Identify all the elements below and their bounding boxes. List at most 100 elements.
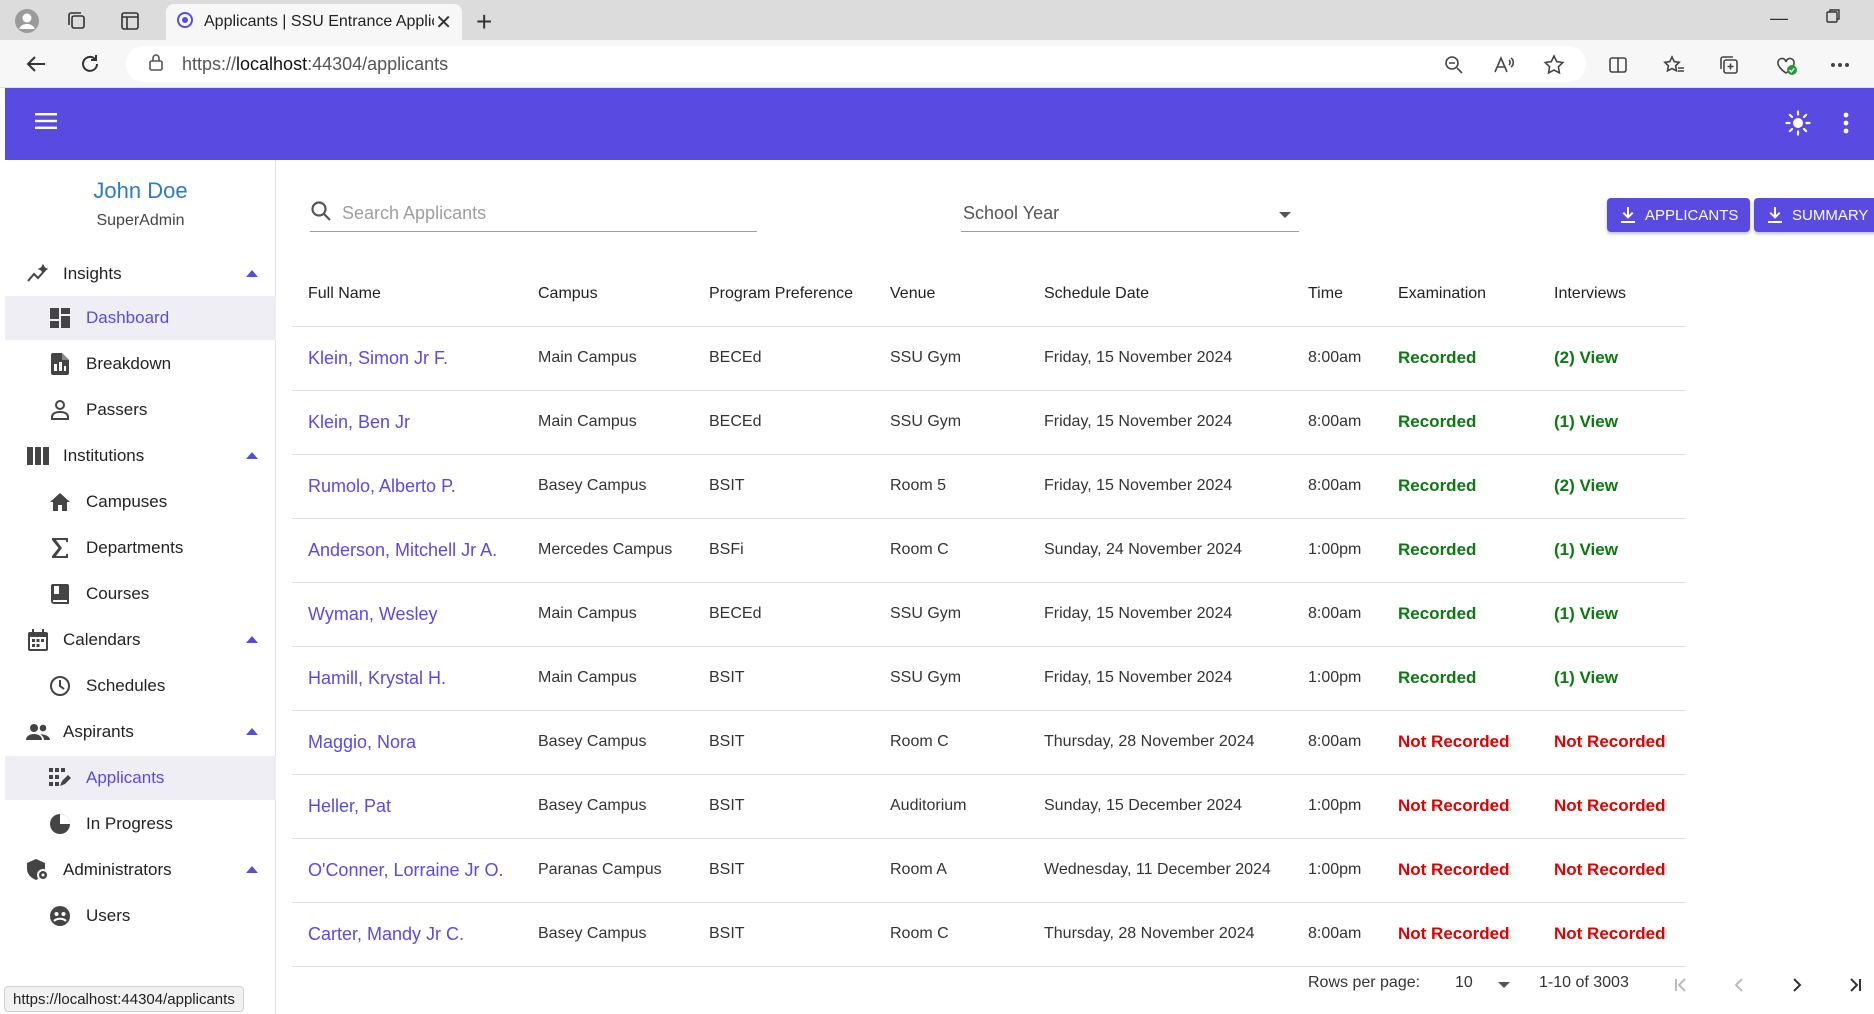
refresh-icon[interactable]	[76, 50, 104, 78]
search-input[interactable]	[342, 203, 742, 224]
sidebar-group-calendars[interactable]: Calendars	[5, 618, 276, 662]
interviews-view-link[interactable]: (1) View	[1538, 518, 1686, 583]
applicant-name-link[interactable]: Klein, Simon Jr F.	[292, 326, 522, 391]
sidebar-item-campuses[interactable]: Campuses	[5, 480, 276, 524]
sidebar-item-departments[interactable]: Departments	[5, 526, 276, 570]
status-bar-url: https://localhost:44304/applicants	[4, 986, 244, 1012]
close-tab-icon[interactable]: ✕	[435, 10, 452, 35]
new-tab-icon[interactable]: +	[476, 6, 492, 38]
interviews-view-link[interactable]: (1) View	[1538, 390, 1686, 455]
app-more-vertical-icon[interactable]	[1843, 112, 1849, 139]
sidebar-item-breakdown[interactable]: Breakdown	[5, 342, 276, 386]
first-page-icon[interactable]	[1668, 972, 1694, 998]
cell-campus: Main Campus	[522, 390, 693, 455]
sidebar-item-applicants[interactable]: Applicants	[5, 756, 276, 800]
split-screen-icon[interactable]	[1605, 52, 1631, 78]
sidebar-item-in-progress[interactable]: In Progress	[5, 802, 276, 846]
lock-icon[interactable]	[148, 53, 164, 76]
applicant-name-link[interactable]: Hamill, Krystal H.	[292, 646, 522, 711]
vertical-tabs-icon[interactable]	[117, 8, 143, 34]
read-aloud-icon[interactable]	[1491, 52, 1517, 78]
previous-page-icon[interactable]	[1726, 972, 1752, 998]
url-field[interactable]: https://localhost:44304/applicants	[126, 46, 1586, 82]
favorites-icon[interactable]	[1661, 52, 1687, 78]
cell-venue: Auditorium	[874, 774, 1028, 839]
cell-schedule-date: Sunday, 24 November 2024	[1028, 518, 1292, 583]
interviews-view-link[interactable]: (2) View	[1538, 454, 1686, 519]
url-text: https://localhost:44304/applicants	[182, 53, 449, 74]
cell-venue: Room C	[874, 518, 1028, 583]
search-field[interactable]	[310, 196, 757, 232]
dashboard-icon	[47, 306, 73, 330]
column-header-full-name[interactable]: Full Name	[292, 262, 522, 327]
table-row: Rumolo, Alberto P. Basey Campus BSIT Roo…	[292, 454, 1686, 519]
browser-essentials-icon[interactable]	[1773, 52, 1799, 78]
back-icon[interactable]	[22, 50, 50, 78]
rows-per-page-select[interactable]: 10	[1455, 974, 1473, 992]
applicant-name-link[interactable]: O'Conner, Lorraine Jr O.	[292, 838, 522, 903]
minimize-icon[interactable]: —	[1770, 8, 1788, 29]
cell-venue: Room C	[874, 710, 1028, 775]
zoom-out-icon[interactable]	[1441, 52, 1467, 78]
applicant-name-link[interactable]: Anderson, Mitchell Jr A.	[292, 518, 522, 583]
sidebar-item-schedules[interactable]: Schedules	[5, 664, 276, 708]
settings-more-icon[interactable]	[1827, 52, 1853, 78]
column-header-program-preference[interactable]: Program Preference	[693, 262, 874, 327]
interviews-view-link[interactable]: (1) View	[1538, 646, 1686, 711]
applicant-name-link[interactable]: Klein, Ben Jr	[292, 390, 522, 455]
download-applicants-button[interactable]: APPLICANTS	[1607, 198, 1751, 232]
collections-icon[interactable]	[1716, 52, 1742, 78]
column-header-examination[interactable]: Examination	[1382, 262, 1538, 327]
sidebar-group-aspirants[interactable]: Aspirants	[5, 710, 276, 754]
sidebar-group-insights[interactable]: Insights	[5, 252, 276, 296]
applicant-name-link[interactable]: Wyman, Wesley	[292, 582, 522, 647]
theme-toggle-sun-icon[interactable]	[1785, 110, 1811, 141]
school-year-label: School Year	[963, 203, 1060, 223]
interviews-view-link[interactable]: (1) View	[1538, 582, 1686, 647]
browser-tab-active[interactable]: Applicants | SSU Entrance Applica ✕	[166, 4, 462, 40]
cell-venue: Room 5	[874, 454, 1028, 519]
user-name[interactable]: John Doe	[5, 178, 276, 204]
sidebar-item-passers[interactable]: Passers	[5, 388, 276, 432]
sidebar-item-users[interactable]: Users	[5, 894, 276, 938]
sidebar-group-institutions[interactable]: Institutions	[5, 434, 276, 478]
collapse-caret-icon[interactable]	[246, 452, 258, 459]
favorite-star-icon[interactable]	[1541, 52, 1567, 78]
cell-schedule-date: Friday, 15 November 2024	[1028, 646, 1292, 711]
collapse-caret-icon[interactable]	[246, 636, 258, 643]
profile-icon[interactable]	[14, 8, 40, 34]
rows-per-page-label: Rows per page:	[1308, 974, 1421, 991]
column-header-venue[interactable]: Venue	[874, 262, 1028, 327]
applicants-table: Full Name Campus Program Preference Venu…	[292, 262, 1686, 967]
last-page-icon[interactable]	[1842, 972, 1868, 998]
rows-per-page-dropdown-icon[interactable]	[1498, 982, 1510, 988]
next-page-icon[interactable]	[1784, 972, 1810, 998]
sidebar-group-administrators[interactable]: Administrators	[5, 848, 276, 892]
column-header-schedule-date[interactable]: Schedule Date	[1028, 262, 1292, 327]
collapse-caret-icon[interactable]	[246, 270, 258, 277]
school-year-select[interactable]: School Year	[961, 196, 1299, 232]
cell-examination-status: Recorded	[1382, 454, 1538, 519]
cell-examination-status: Recorded	[1382, 326, 1538, 391]
cell-time: 1:00pm	[1292, 646, 1382, 711]
column-header-campus[interactable]: Campus	[522, 262, 693, 327]
applicant-name-link[interactable]: Carter, Mandy Jr C.	[292, 902, 522, 967]
column-header-time[interactable]: Time	[1292, 262, 1382, 327]
collapse-caret-icon[interactable]	[246, 866, 258, 873]
menu-icon[interactable]	[35, 112, 57, 135]
restore-icon[interactable]	[1825, 8, 1841, 29]
dropdown-arrow-icon	[1279, 212, 1291, 218]
clock-icon	[47, 674, 73, 698]
applicant-name-link[interactable]: Rumolo, Alberto P.	[292, 454, 522, 519]
download-summary-button[interactable]: SUMMARY	[1754, 198, 1874, 232]
applicant-name-link[interactable]: Heller, Pat	[292, 774, 522, 839]
column-header-interviews[interactable]: Interviews	[1538, 262, 1686, 327]
sidebar-item-dashboard[interactable]: Dashboard	[5, 296, 276, 340]
sidebar-item-courses[interactable]: Courses	[5, 572, 276, 616]
collapse-caret-icon[interactable]	[246, 728, 258, 735]
applicant-name-link[interactable]: Maggio, Nora	[292, 710, 522, 775]
users-face-icon	[47, 904, 73, 928]
main-content: School Year APPLICANTS SUMMARY Full Name…	[276, 160, 1874, 1014]
interviews-view-link[interactable]: (2) View	[1538, 326, 1686, 391]
workspaces-icon[interactable]	[64, 8, 90, 34]
